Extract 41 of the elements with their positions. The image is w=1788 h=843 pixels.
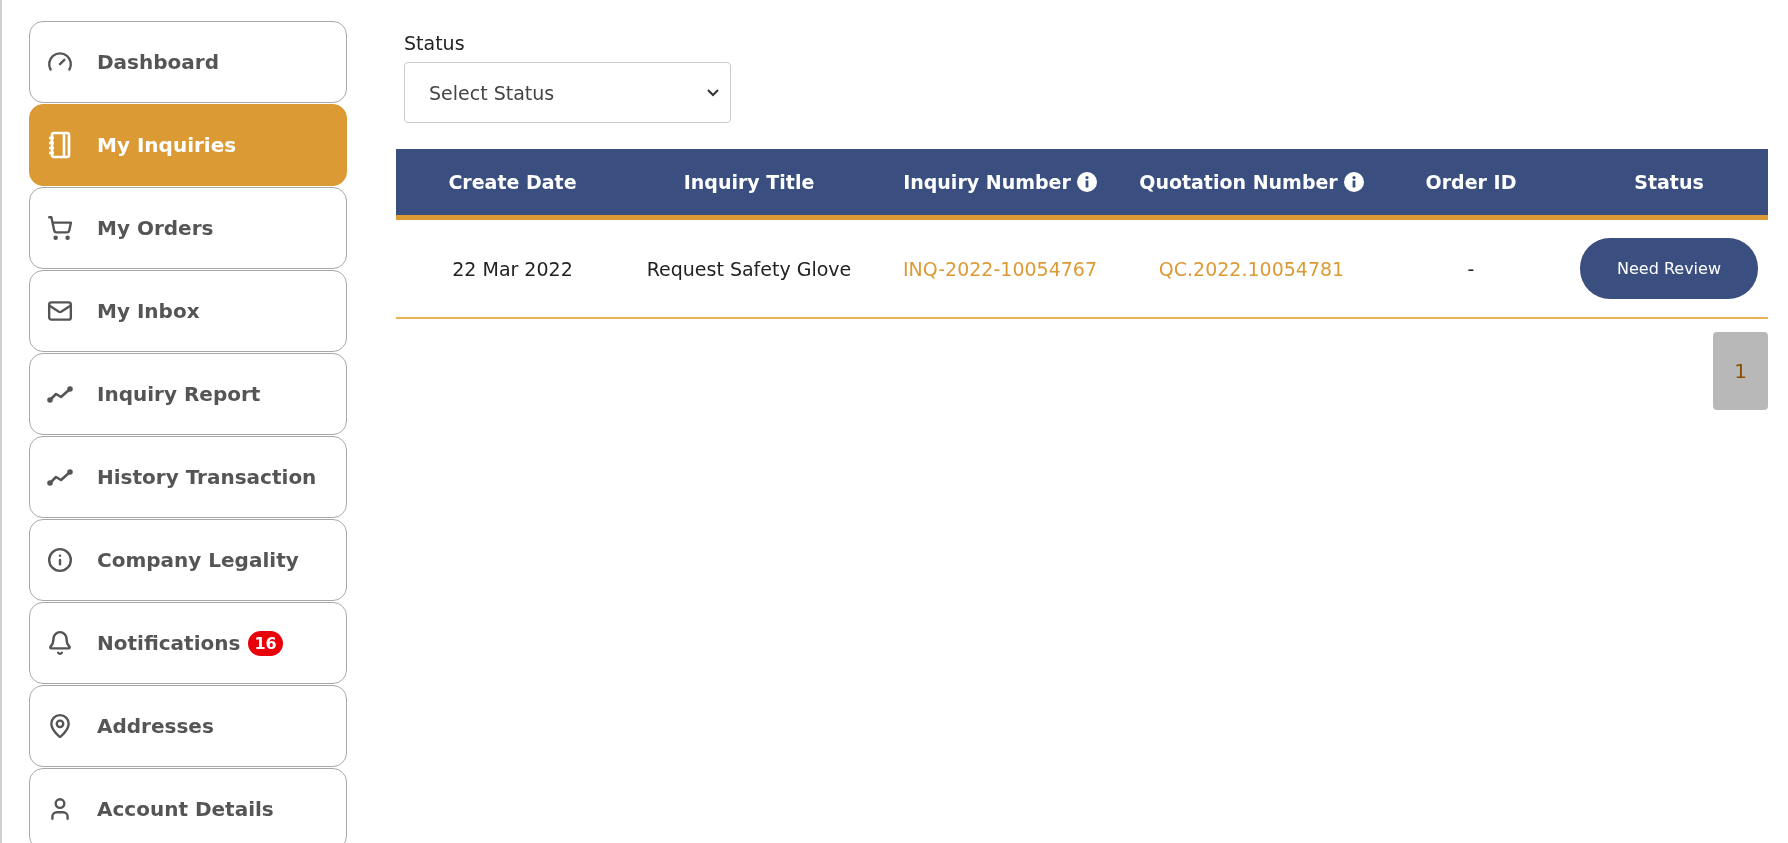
status-button[interactable]: Need Review [1580,238,1758,299]
sidebar-item-label: Inquiry Report [97,382,261,406]
sidebar-item[interactable]: Inquiry Report [29,353,347,435]
sidebar-item[interactable]: Company Legality [29,519,347,601]
sidebar-item-label: My Inbox [97,299,200,323]
sidebar-item-label: Account Details [97,797,274,821]
notification-count: 16 [248,630,283,656]
sidebar-item[interactable]: My Orders [29,187,347,269]
sidebar-item[interactable]: Dashboard [29,21,347,103]
column-header: Status [1634,171,1704,193]
chevron-icon [706,88,720,97]
column-header: Inquiry Title [683,171,815,193]
column-header: Create Date [448,171,577,193]
sidebar-item-label: My Inquiries [97,133,237,157]
sidebar-item[interactable]: Account Details [29,768,347,843]
sidebar-item[interactable]: Addresses [29,685,347,767]
column-header: Inquiry Number [903,171,1071,193]
envelope-icon [47,298,73,324]
table-cell: - [1467,257,1475,280]
table-cell: 22 Mar 2022 [452,257,573,280]
sidebar-item[interactable]: Notifications 16 [29,602,347,684]
sidebar-item-label: Dashboard [97,50,219,74]
notebook-icon [47,131,73,159]
info-icon[interactable] [1076,172,1097,192]
map-pin-icon [47,713,73,739]
sidebar-item[interactable]: My Inbox [29,270,347,352]
sidebar-item-label: History Transaction [97,465,317,489]
column-header: Order ID [1425,171,1517,193]
filter-label: Status [404,32,466,54]
sidebar-item-label: Notifications [97,631,241,655]
sidebar-item-label: Addresses [97,714,214,738]
sidebar-item-label: My Orders [97,216,214,240]
status-select[interactable]: Select Status [404,62,731,123]
bell-icon [47,630,73,656]
column-header: Quotation Number [1139,171,1338,193]
info-icon[interactable] [1343,172,1364,192]
table-cell: Request Safety Glove [646,257,852,280]
sidebar-item[interactable]: History Transaction [29,436,347,518]
sidebar-item-label: Company Legality [97,548,299,572]
cart-icon [47,215,73,241]
info-icon [47,547,73,573]
